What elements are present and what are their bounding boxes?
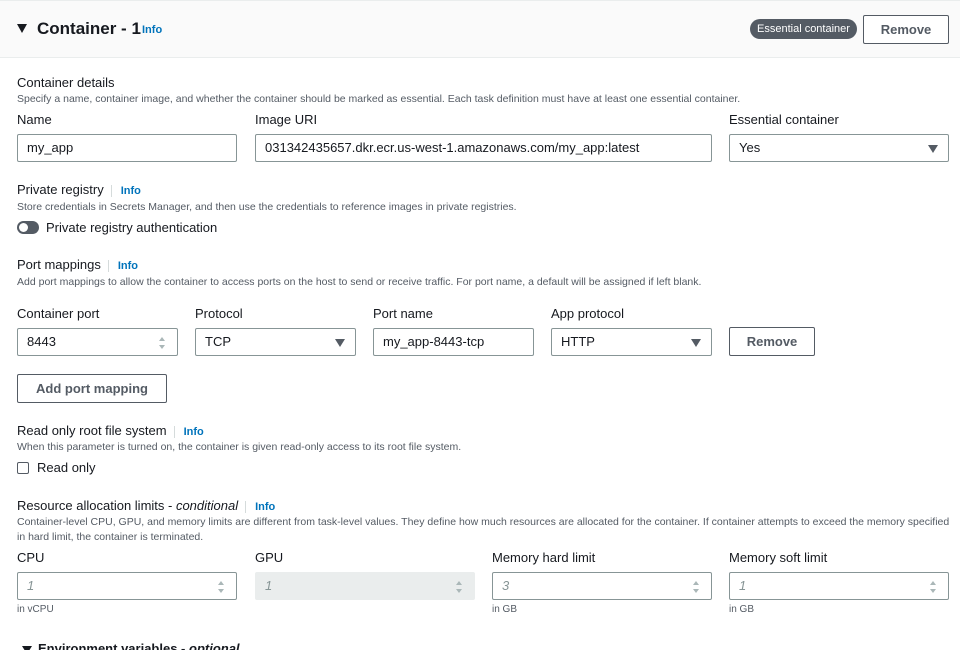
stepper-icon[interactable] [692,580,700,594]
container-details-description: Specify a name, container image, and whe… [17,93,741,105]
stepper-icon[interactable] [217,580,225,594]
name-input[interactable]: my_app [17,134,237,162]
app-protocol-select[interactable]: HTTP [551,328,712,356]
stepper-icon [455,580,463,594]
collapse-caret-icon[interactable] [17,24,27,33]
port-name-input[interactable]: my_app-8443-tcp [373,328,534,356]
read-only-checkbox-label: Read only [37,460,96,475]
remove-port-mapping-button[interactable]: Remove [729,327,815,356]
memory-soft-limit-input[interactable]: 1 [729,572,949,600]
memory-hard-limit-input[interactable]: 3 [492,572,712,600]
remove-container-button[interactable]: Remove [863,15,949,44]
essential-container-value: Yes [739,140,761,155]
gpu-label: GPU [255,550,284,565]
read-only-info-link[interactable]: Info [173,426,204,438]
read-only-checkbox[interactable] [17,462,29,474]
port-mappings-description: Add port mappings to allow the container… [17,276,702,288]
private-registry-title: Private registry Info [17,182,141,197]
port-mappings-info-link[interactable]: Info [107,260,138,272]
cpu-label: CPU [17,550,45,565]
env-vars-title[interactable]: Environment variables - optional [38,641,240,650]
read-only-title: Read only root file system Info [17,423,204,438]
protocol-label: Protocol [195,306,243,321]
container-header: Container - 1 Info Essential container R… [0,0,960,58]
port-name-label: Port name [373,306,433,321]
essential-container-label: Essential container [729,112,839,127]
dropdown-arrow-icon [335,339,345,347]
essential-container-badge: Essential container [750,19,857,39]
read-only-description: When this parameter is turned on, the co… [17,441,462,453]
container-title: Container - 1 [37,19,141,38]
container-port-input[interactable]: 8443 [17,328,178,356]
essential-container-select[interactable]: Yes [729,134,949,162]
name-label: Name [17,112,52,127]
image-uri-label: Image URI [255,112,318,127]
resource-limits-description: Container-level CPU, GPU, and memory lim… [17,516,950,543]
app-protocol-label: App protocol [551,306,624,321]
memory-soft-limit-label: Memory soft limit [729,550,828,565]
memory-soft-limit-hint: in GB [729,604,755,615]
dropdown-arrow-icon [928,145,938,153]
private-registry-info-link[interactable]: Info [110,185,141,197]
private-registry-toggle-label: Private registry authentication [46,220,218,235]
memory-hard-limit-hint: in GB [492,604,518,615]
stepper-icon[interactable] [158,336,166,350]
protocol-select[interactable]: TCP [195,328,356,356]
port-mappings-title: Port mappings Info [17,257,138,272]
memory-hard-limit-label: Memory hard limit [492,550,596,565]
resource-limits-info-link[interactable]: Info [245,501,275,513]
gpu-input: 1 [255,572,475,600]
resource-limits-title: Resource allocation limits - conditional… [17,498,276,513]
env-vars-collapse-caret-icon[interactable] [22,646,32,650]
cpu-hint: in vCPU [17,604,54,615]
container-port-label: Container port [17,306,100,321]
add-port-mapping-button[interactable]: Add port mapping [17,374,167,403]
image-uri-input[interactable]: 031342435657.dkr.ecr.us-west-1.amazonaws… [255,134,712,162]
container-details-title: Container details [17,75,115,90]
stepper-icon[interactable] [929,580,937,594]
cpu-input[interactable]: 1 [17,572,237,600]
private-registry-description: Store credentials in Secrets Manager, an… [17,201,517,213]
container-info-link[interactable]: Info [142,24,162,36]
dropdown-arrow-icon [691,339,701,347]
private-registry-toggle[interactable] [17,221,39,234]
